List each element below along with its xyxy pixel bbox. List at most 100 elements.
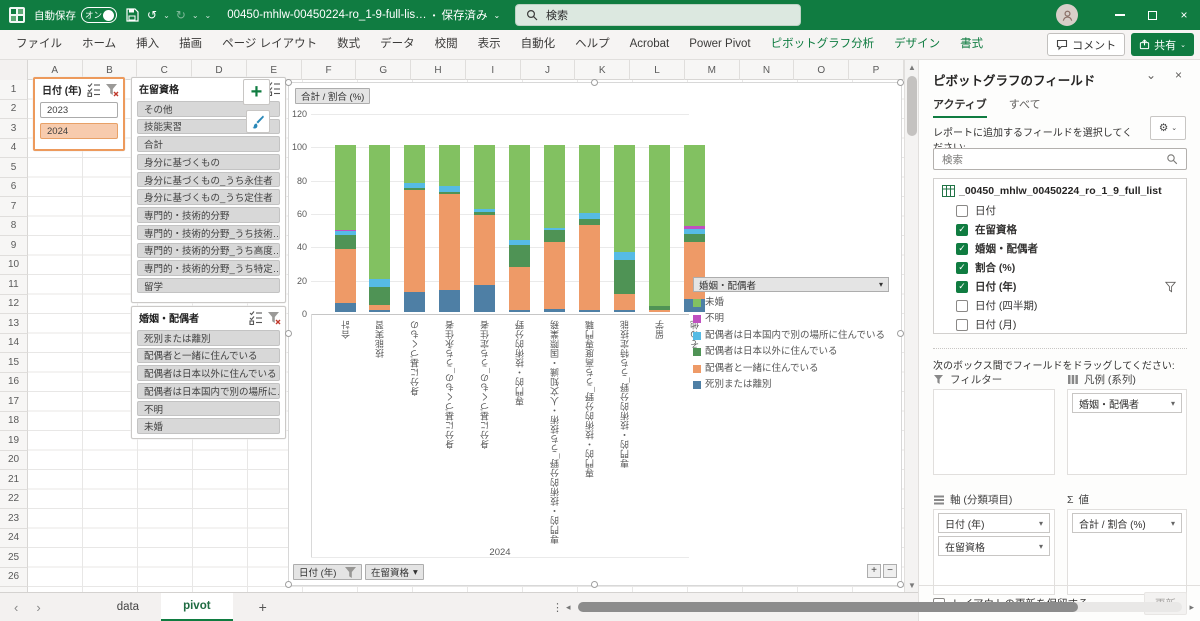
bar-segment[interactable] bbox=[369, 279, 390, 287]
row-header-16[interactable]: 16 bbox=[0, 373, 28, 393]
legend-field-button[interactable]: 婚姻・配偶者▾ bbox=[693, 277, 889, 292]
slicer-item[interactable]: 2023 bbox=[40, 102, 118, 118]
ribbon-tab-ファイル[interactable]: ファイル bbox=[6, 30, 72, 59]
field-checkbox[interactable]: ✓ bbox=[956, 281, 968, 293]
chart-styles-brush-button[interactable] bbox=[246, 110, 270, 133]
pivot-chart[interactable]: 合計 / 割合 (%) 020406080100120合計技能実習身分に基づくも… bbox=[288, 82, 902, 586]
bar-segment[interactable] bbox=[509, 310, 530, 313]
field-filter-funnel-icon[interactable] bbox=[1165, 281, 1176, 293]
prev-sheet-icon[interactable]: ‹ bbox=[14, 600, 18, 615]
bar-segment[interactable] bbox=[614, 260, 635, 293]
column-header-I[interactable]: I bbox=[466, 60, 521, 80]
field-row-婚姻・配偶者[interactable]: ✓婚姻・配偶者 bbox=[942, 239, 1178, 258]
ribbon-tab-表示[interactable]: 表示 bbox=[468, 30, 511, 59]
maximize-button[interactable] bbox=[1136, 0, 1168, 30]
column-header-G[interactable]: G bbox=[356, 60, 411, 80]
expand-field-button[interactable]: + bbox=[867, 564, 881, 578]
scroll-left-icon[interactable]: ◂ bbox=[566, 602, 578, 613]
ribbon-tab-Acrobat[interactable]: Acrobat bbox=[620, 30, 680, 59]
slicer-item[interactable]: 死別または離別 bbox=[137, 330, 280, 346]
field-row-日付 (四半期)[interactable]: 日付 (四半期) bbox=[942, 296, 1178, 315]
area-field-pill[interactable]: 婚姻・配偶者▾ bbox=[1072, 393, 1182, 413]
bar-segment[interactable] bbox=[614, 145, 635, 252]
selection-handle[interactable] bbox=[285, 79, 292, 86]
row-header-6[interactable]: 6 bbox=[0, 178, 28, 198]
column-header-L[interactable]: L bbox=[630, 60, 685, 80]
field-row-日付[interactable]: 日付 bbox=[942, 201, 1178, 220]
multi-select-icon[interactable] bbox=[249, 310, 263, 325]
field-checkbox[interactable]: ✓ bbox=[956, 262, 968, 274]
pane-tab-すべて[interactable]: すべて bbox=[1009, 96, 1041, 118]
bar-segment[interactable] bbox=[404, 292, 425, 312]
legend-item[interactable]: 配偶者は日本以外に住んでいる bbox=[693, 347, 889, 357]
selection-handle[interactable] bbox=[285, 330, 292, 337]
close-button[interactable]: × bbox=[1168, 0, 1200, 30]
selection-handle[interactable] bbox=[591, 79, 598, 86]
excel-app-icon[interactable] bbox=[8, 6, 26, 24]
ribbon-tab-ページ レイアウト[interactable]: ページ レイアウト bbox=[212, 30, 327, 59]
legend-item[interactable]: 配偶者と一緒に住んでいる bbox=[693, 364, 889, 374]
slicer-item[interactable]: 専門的・技術的分野_うち特定… bbox=[137, 260, 280, 276]
slicer-item[interactable]: 留学 bbox=[137, 278, 280, 294]
row-header-8[interactable]: 8 bbox=[0, 217, 28, 237]
field-row-日付 (月)[interactable]: 日付 (月) bbox=[942, 315, 1178, 334]
slicer-item[interactable]: 専門的・技術的分野_うち高度… bbox=[137, 243, 280, 259]
area-box-filters[interactable] bbox=[933, 389, 1055, 475]
bar-segment[interactable] bbox=[544, 230, 565, 242]
bar-segment[interactable] bbox=[544, 145, 565, 228]
clear-filter-icon[interactable] bbox=[105, 83, 119, 97]
row-header-10[interactable]: 10 bbox=[0, 256, 28, 276]
pane-close-icon[interactable]: × bbox=[1175, 68, 1182, 82]
bar-segment[interactable] bbox=[439, 145, 460, 186]
row-header-18[interactable]: 18 bbox=[0, 412, 28, 432]
ribbon-tab-ホーム[interactable]: ホーム bbox=[72, 30, 126, 59]
field-search-input[interactable]: 検索 bbox=[933, 148, 1187, 170]
row-header-12[interactable]: 12 bbox=[0, 295, 28, 315]
area-field-pill[interactable]: 在留資格▾ bbox=[938, 536, 1050, 556]
legend-item[interactable]: 配偶者は日本国内で別の場所に住んでいる bbox=[693, 331, 889, 341]
field-row-割合 (%)[interactable]: ✓割合 (%) bbox=[942, 258, 1178, 277]
selection-handle[interactable] bbox=[897, 79, 904, 86]
selection-handle[interactable] bbox=[897, 581, 904, 588]
undo-icon[interactable]: ↺ bbox=[147, 8, 157, 22]
legend-item[interactable]: 不明 bbox=[693, 314, 889, 324]
vertical-scrollbar[interactable]: ▲ ▼ bbox=[904, 60, 918, 592]
field-checkbox[interactable]: ✓ bbox=[956, 243, 968, 255]
horizontal-scrollbar[interactable]: ◂ ▸ bbox=[566, 601, 1194, 613]
select-all-corner[interactable] bbox=[0, 60, 28, 80]
bar-segment[interactable] bbox=[404, 190, 425, 292]
axis-field-button-date-year[interactable]: 日付 (年) bbox=[293, 564, 362, 580]
legend-item[interactable]: 未婚 bbox=[693, 298, 889, 308]
search-box[interactable]: 検索 bbox=[515, 4, 801, 26]
sheet-tab-data[interactable]: data bbox=[95, 593, 161, 621]
ribbon-tab-描画[interactable]: 描画 bbox=[169, 30, 212, 59]
bar-segment[interactable] bbox=[509, 267, 530, 310]
row-header-26[interactable]: 26 bbox=[0, 568, 28, 588]
comments-button[interactable]: コメント bbox=[1047, 33, 1125, 56]
tools-gear-button[interactable]: ⚙ ⌄ bbox=[1150, 116, 1186, 140]
ribbon-tab-データ[interactable]: データ bbox=[370, 30, 425, 59]
ribbon-tab-校閲[interactable]: 校閲 bbox=[425, 30, 468, 59]
row-header-1[interactable]: 1 bbox=[0, 80, 28, 100]
bar-segment[interactable] bbox=[579, 145, 600, 213]
bar-segment[interactable] bbox=[614, 252, 635, 260]
row-header-2[interactable]: 2 bbox=[0, 100, 28, 120]
add-sheet-button[interactable]: + bbox=[259, 599, 267, 615]
slicer-item[interactable]: 配偶者は日本以外に住んでいる bbox=[137, 365, 280, 381]
vertical-scroll-thumb[interactable] bbox=[907, 76, 917, 136]
ribbon-tab-ヘルプ[interactable]: ヘルプ bbox=[565, 30, 620, 59]
bar-segment[interactable] bbox=[369, 310, 390, 312]
slicer-item[interactable]: 未婚 bbox=[137, 418, 280, 434]
minimize-button[interactable] bbox=[1104, 0, 1136, 30]
field-checkbox[interactable] bbox=[956, 319, 968, 331]
slicer-item[interactable]: 専門的・技術的分野 bbox=[137, 207, 280, 223]
row-header-17[interactable]: 17 bbox=[0, 392, 28, 412]
collapse-field-button[interactable]: − bbox=[883, 564, 897, 578]
column-header-J[interactable]: J bbox=[521, 60, 576, 80]
clear-filter-icon[interactable] bbox=[267, 311, 281, 325]
row-header-7[interactable]: 7 bbox=[0, 197, 28, 217]
slicer-item[interactable]: 配偶者と一緒に住んでいる bbox=[137, 348, 280, 364]
field-row-日付 (年)[interactable]: ✓日付 (年) bbox=[942, 277, 1178, 296]
slicer-item[interactable]: 身分に基づくもの_うち永住者 bbox=[137, 172, 280, 188]
ribbon-tab-数式[interactable]: 数式 bbox=[327, 30, 370, 59]
